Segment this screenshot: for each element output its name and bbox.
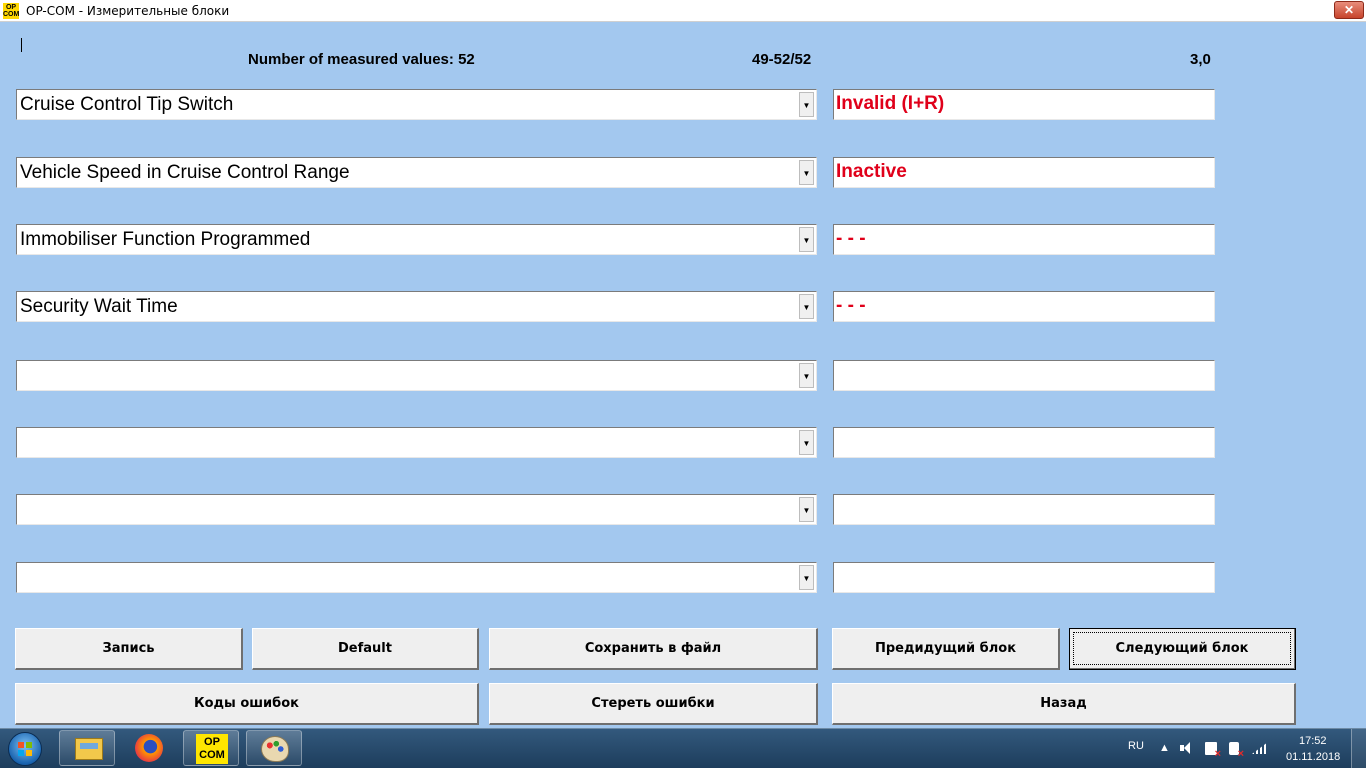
window-title: OP-COM - Измерительные блоки — [26, 4, 230, 18]
value-text: Invalid (I+R) — [836, 93, 945, 114]
parameter-select-4[interactable]: Security Wait Time ▼ — [16, 291, 817, 322]
parameter-select-5[interactable]: ▼ — [16, 360, 817, 391]
parameter-value-4: - - - — [833, 291, 1215, 322]
action-center-flag-icon[interactable] — [1205, 742, 1221, 760]
paint-palette-icon — [261, 736, 289, 762]
close-button[interactable]: ✕ — [1334, 1, 1364, 19]
text-cursor — [21, 38, 22, 52]
network-signal-icon[interactable] — [1252, 742, 1268, 754]
parameter-select-8[interactable]: ▼ — [16, 562, 817, 593]
parameter-name: Security Wait Time — [20, 296, 178, 317]
dropdown-arrow-icon[interactable]: ▼ — [799, 497, 814, 522]
show-hidden-icons-chevron-icon[interactable]: ▲ — [1159, 742, 1170, 754]
folder-icon — [75, 738, 103, 760]
taskbar-opcom[interactable]: OP COM — [183, 730, 239, 766]
language-indicator[interactable]: RU — [1128, 740, 1144, 752]
parameter-value-2: Inactive — [833, 157, 1215, 188]
parameter-select-3[interactable]: Immobiliser Function Programmed ▼ — [16, 224, 817, 255]
parameter-name: Immobiliser Function Programmed — [20, 229, 311, 250]
parameter-value-6 — [833, 427, 1215, 458]
clock-time[interactable]: 17:52 — [1299, 735, 1327, 747]
dropdown-arrow-icon[interactable]: ▼ — [799, 160, 814, 185]
firefox-icon — [135, 734, 163, 762]
version-label: 3,0 — [1190, 51, 1211, 68]
opcom-icon: OP COM — [196, 734, 228, 764]
dropdown-arrow-icon[interactable]: ▼ — [799, 294, 814, 319]
default-button[interactable]: Default — [252, 628, 479, 670]
safely-remove-hardware-icon[interactable] — [1229, 742, 1244, 760]
record-button[interactable]: Запись — [15, 628, 243, 670]
taskbar-explorer[interactable] — [59, 730, 115, 766]
start-button[interactable] — [8, 732, 42, 766]
parameter-value-8 — [833, 562, 1215, 593]
back-button[interactable]: Назад — [832, 683, 1296, 725]
dropdown-arrow-icon[interactable]: ▼ — [799, 227, 814, 252]
window-titlebar: OP COM OP-COM - Измерительные блоки ✕ — [0, 0, 1366, 22]
volume-icon[interactable] — [1180, 742, 1192, 754]
parameter-select-2[interactable]: Vehicle Speed in Cruise Control Range ▼ — [16, 157, 817, 188]
clear-errors-button[interactable]: Стереть ошибки — [489, 683, 818, 725]
dropdown-arrow-icon[interactable]: ▼ — [799, 92, 814, 117]
error-codes-button[interactable]: Коды ошибок — [15, 683, 479, 725]
opcom-app-icon: OP COM — [3, 3, 20, 19]
taskbar-firefox[interactable] — [122, 730, 178, 766]
parameter-name: Vehicle Speed in Cruise Control Range — [20, 162, 350, 183]
dropdown-arrow-icon[interactable]: ▼ — [799, 430, 814, 455]
previous-block-button[interactable]: Предидущий блок — [832, 628, 1060, 670]
parameter-select-7[interactable]: ▼ — [16, 494, 817, 525]
save-to-file-button[interactable]: Сохранить в файл — [489, 628, 818, 670]
parameter-value-5 — [833, 360, 1215, 391]
show-desktop-button[interactable] — [1351, 729, 1366, 768]
parameter-select-1[interactable]: Cruise Control Tip Switch ▼ — [16, 89, 817, 120]
taskbar: OP COM RU ▲ 17:52 01.11.2018 — [0, 728, 1366, 768]
parameter-value-3: - - - — [833, 224, 1215, 255]
taskbar-paint[interactable] — [246, 730, 302, 766]
parameter-name: Cruise Control Tip Switch — [20, 94, 234, 115]
clock-date[interactable]: 01.11.2018 — [1286, 751, 1340, 763]
block-range: 49-52/52 — [752, 51, 812, 68]
windows-logo-icon — [18, 742, 32, 756]
measured-values-count: Number of measured values: 52 — [248, 51, 475, 68]
value-text: Inactive — [836, 161, 907, 182]
dropdown-arrow-icon[interactable]: ▼ — [799, 363, 814, 388]
value-text: - - - — [836, 295, 866, 316]
parameter-value-1: Invalid (I+R) — [833, 89, 1215, 120]
parameter-select-6[interactable]: ▼ — [16, 427, 817, 458]
next-block-button[interactable]: Следующий блок — [1069, 628, 1296, 670]
value-text: - - - — [836, 228, 866, 249]
parameter-value-7 — [833, 494, 1215, 525]
dropdown-arrow-icon[interactable]: ▼ — [799, 565, 814, 590]
